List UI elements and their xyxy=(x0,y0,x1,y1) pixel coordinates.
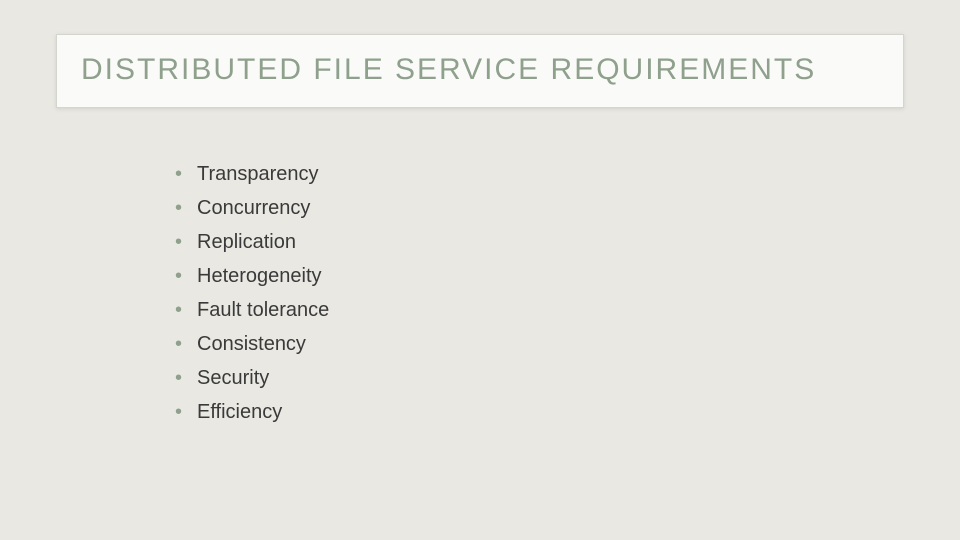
list-item: • Concurrency xyxy=(175,194,329,222)
list-item: • Heterogeneity xyxy=(175,262,329,290)
bullet-list: • Transparency • Concurrency • Replicati… xyxy=(175,160,329,432)
bullet-icon: • xyxy=(175,262,191,290)
bullet-label: Replication xyxy=(197,228,296,256)
bullet-label: Security xyxy=(197,364,269,392)
bullet-label: Heterogeneity xyxy=(197,262,322,290)
bullet-label: Efficiency xyxy=(197,398,282,426)
bullet-icon: • xyxy=(175,160,191,188)
list-item: • Security xyxy=(175,364,329,392)
bullet-icon: • xyxy=(175,364,191,392)
bullet-icon: • xyxy=(175,194,191,222)
bullet-icon: • xyxy=(175,330,191,358)
bullet-label: Consistency xyxy=(197,330,306,358)
list-item: • Replication xyxy=(175,228,329,256)
list-item: • Efficiency xyxy=(175,398,329,426)
list-item: • Transparency xyxy=(175,160,329,188)
bullet-label: Fault tolerance xyxy=(197,296,329,324)
bullet-label: Concurrency xyxy=(197,194,310,222)
list-item: • Consistency xyxy=(175,330,329,358)
bullet-icon: • xyxy=(175,398,191,426)
slide-title: DISTRIBUTED FILE SERVICE REQUIREMENTS xyxy=(81,53,879,87)
bullet-icon: • xyxy=(175,228,191,256)
list-item: • Fault tolerance xyxy=(175,296,329,324)
slide: DISTRIBUTED FILE SERVICE REQUIREMENTS • … xyxy=(0,0,960,540)
title-container: DISTRIBUTED FILE SERVICE REQUIREMENTS xyxy=(56,34,904,108)
bullet-icon: • xyxy=(175,296,191,324)
bullet-label: Transparency xyxy=(197,160,319,188)
